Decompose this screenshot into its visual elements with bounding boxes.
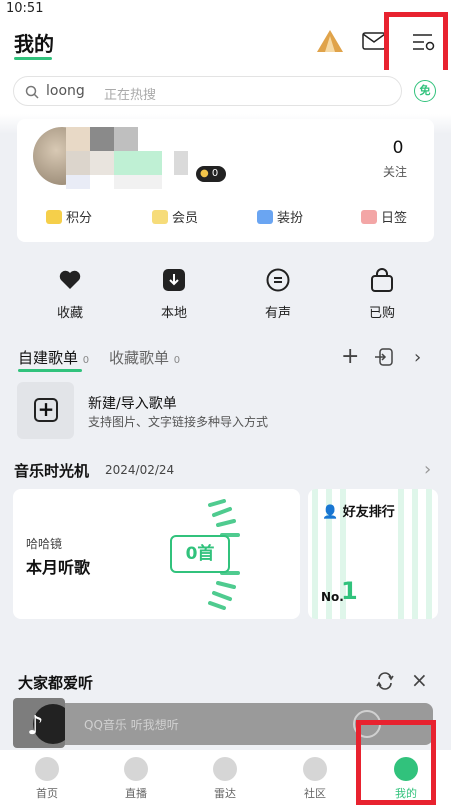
mail-icon[interactable] <box>362 32 386 50</box>
download-icon <box>162 268 186 292</box>
follow-count[interactable]: 0 <box>388 138 408 158</box>
audiobook-icon <box>266 268 290 292</box>
create-playlist-subtitle: 支持图片、文字链接多种导入方式 <box>88 415 269 429</box>
quick-link-dressup[interactable]: 装扮 <box>257 207 303 226</box>
close-icon[interactable]: × <box>411 668 428 692</box>
chevron-right-icon[interactable]: › <box>414 347 421 368</box>
settings-menu-icon[interactable] <box>412 33 436 51</box>
friend-ranking-title: 👤 好友排行 <box>322 505 395 520</box>
title-underline <box>14 57 52 60</box>
refresh-icon[interactable] <box>375 671 395 695</box>
shopping-bag-icon <box>370 268 394 292</box>
active-tab-underline <box>18 369 82 372</box>
status-time: 10:51 <box>6 1 44 16</box>
svg-text:♪: ♪ <box>27 711 44 741</box>
diamond-icon <box>152 209 168 224</box>
card-small-label: 哈哈镜 <box>26 537 63 551</box>
collected-count: 0 <box>173 355 181 366</box>
shortcut-local[interactable]: 本地 <box>144 268 204 321</box>
nav-live[interactable]: 直播 <box>111 757 161 801</box>
nav-radar[interactable]: 雷达 <box>200 757 250 801</box>
shortcut-purchased[interactable]: 已购 <box>352 268 412 321</box>
add-playlist-icon[interactable]: + <box>341 346 359 368</box>
search-hint: 正在热搜 <box>104 88 157 103</box>
eye-icon <box>124 757 148 781</box>
chevron-right-icon[interactable]: › <box>424 459 431 480</box>
vip-badge[interactable]: ● 0 <box>196 166 226 182</box>
rank-value: 1 <box>341 577 358 605</box>
tent-icon[interactable] <box>316 29 344 53</box>
quick-link-daily-card[interactable]: 日签 <box>361 207 407 226</box>
follow-label[interactable]: 关注 <box>383 163 407 180</box>
tab-created-playlists[interactable]: 自建歌单 0 <box>18 347 89 368</box>
import-icon[interactable] <box>374 347 394 371</box>
shortcut-favorites[interactable]: 收藏 <box>40 268 100 321</box>
user-icon: 👤 <box>322 505 339 520</box>
vip-count: 0 <box>211 168 219 179</box>
calendar-check-icon <box>361 209 377 224</box>
player-text: QQ音乐 听我想听 <box>84 718 179 732</box>
card-big-label: 本月听歌 <box>26 558 91 577</box>
tab-collected-playlists[interactable]: 收藏歌单 0 <box>109 347 180 368</box>
plus-square-icon: + <box>34 398 58 422</box>
time-machine-date: 2024/02/24 <box>105 463 175 477</box>
search-input[interactable]: loong 正在热搜 <box>13 76 402 106</box>
time-machine-title[interactable]: 音乐时光机 <box>14 460 89 481</box>
search-icon <box>25 84 39 103</box>
shortcut-audio[interactable]: 有声 <box>248 268 308 321</box>
create-playlist-title[interactable]: 新建/导入歌单 <box>88 393 177 413</box>
player-album-art[interactable]: ♪ <box>13 698 73 748</box>
created-count: 0 <box>82 355 90 366</box>
shirt-icon <box>257 209 273 224</box>
community-icon <box>303 757 327 781</box>
crown-icon: ● <box>200 168 209 179</box>
page-title: 我的 <box>14 32 54 56</box>
highlight-box-mine-tab <box>356 720 436 805</box>
heart-icon <box>58 268 82 292</box>
radar-icon <box>213 757 237 781</box>
music-note-icon <box>35 757 59 781</box>
song-count: 0首 <box>170 535 230 573</box>
search-query: loong <box>46 83 85 99</box>
nav-home[interactable]: 首页 <box>22 757 72 801</box>
username-mosaic <box>66 127 196 189</box>
nav-community[interactable]: 社区 <box>290 757 340 801</box>
quick-link-points[interactable]: 积分 <box>46 207 92 226</box>
everyone-loves-title: 大家都爱听 <box>18 674 94 692</box>
quick-link-vip[interactable]: 会员 <box>152 207 198 226</box>
free-mode-badge[interactable]: 免 <box>414 80 436 102</box>
coin-icon <box>46 209 62 224</box>
